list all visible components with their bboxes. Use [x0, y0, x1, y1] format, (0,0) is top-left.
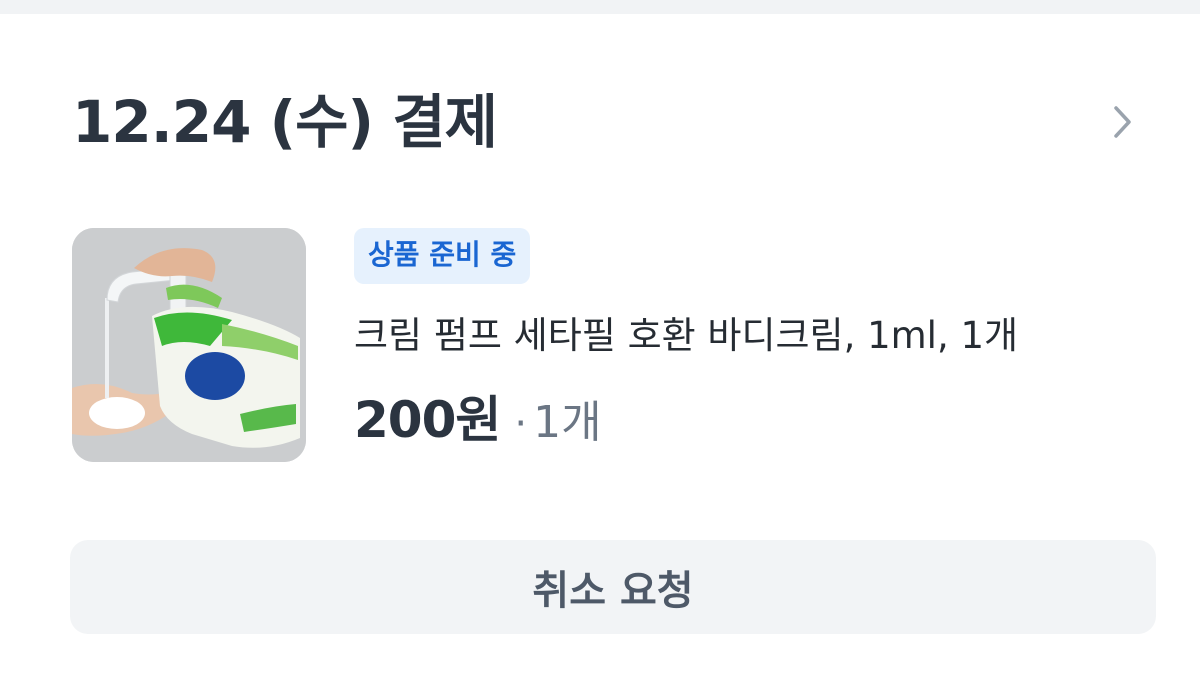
- chevron-right-icon[interactable]: [1102, 102, 1142, 142]
- price-line: 200원 · 1개: [354, 380, 1164, 452]
- product-info: 상품 준비 중 크림 펌프 세타필 호환 바디크림, 1ml, 1개 200원 …: [354, 228, 1164, 452]
- top-divider: [0, 0, 1200, 14]
- product-name[interactable]: 크림 펌프 세타필 호환 바디크림, 1ml, 1개: [354, 314, 1164, 358]
- product-quantity: 1개: [533, 396, 602, 448]
- order-date-title: 12.24 (수) 결제: [72, 88, 498, 156]
- product-price: 200원: [354, 390, 501, 449]
- product-thumbnail[interactable]: [72, 228, 306, 462]
- order-header[interactable]: 12.24 (수) 결제: [72, 82, 1142, 162]
- cancel-request-label: 취소 요청: [532, 568, 694, 614]
- status-badge: 상품 준비 중: [354, 228, 531, 284]
- cancel-request-button[interactable]: 취소 요청: [70, 540, 1156, 634]
- product-row[interactable]: 상품 준비 중 크림 펌프 세타필 호환 바디크림, 1ml, 1개 200원 …: [72, 228, 1172, 464]
- separator-dot: ·: [514, 400, 528, 447]
